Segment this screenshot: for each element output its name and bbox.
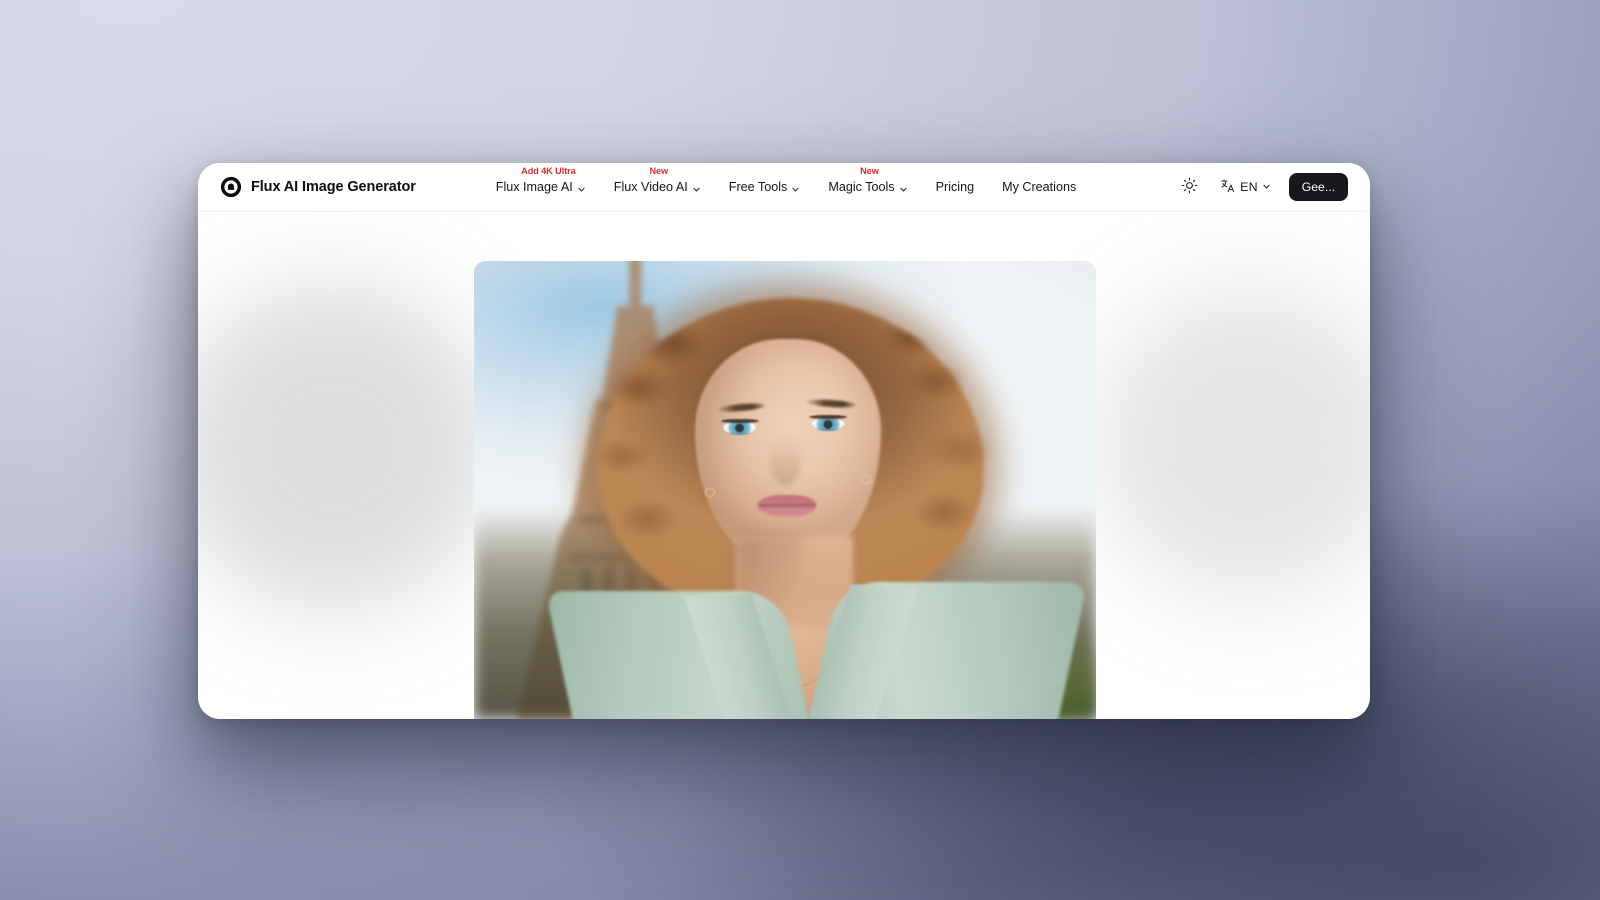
nav-item-my-creations[interactable]: My Creations: [988, 174, 1090, 200]
language-code: EN: [1240, 180, 1258, 194]
chevron-down-icon: [692, 183, 701, 192]
photo-lips: [757, 495, 817, 517]
nav-badge-magic-tools: New: [860, 166, 879, 176]
chevron-down-icon: [791, 183, 800, 192]
decorative-blur-left: [198, 282, 498, 612]
main-navigation: Add 4K Ultra Flux Image AI New Flux Vide…: [482, 166, 1176, 200]
nav-label-free-tools: Free Tools: [728, 180, 788, 194]
photo-eyelash-left: [720, 419, 759, 423]
chevron-down-icon: [899, 183, 908, 192]
brand-name: Flux AI Image Generator: [251, 179, 416, 195]
photo-eye-right: [811, 417, 845, 431]
site-header: Flux AI Image Generator Add 4K Ultra Flu…: [198, 163, 1370, 212]
app-window-card: Flux AI Image Generator Add 4K Ultra Flu…: [198, 163, 1370, 719]
page-body: [198, 212, 1370, 719]
chevron-down-icon: [577, 183, 586, 192]
nav-item-flux-video-ai[interactable]: New Flux Video AI: [600, 166, 715, 200]
nav-label-my-creations: My Creations: [1002, 180, 1077, 194]
nav-label-pricing: Pricing: [935, 180, 975, 194]
photo-earring-right: [862, 474, 872, 484]
brand[interactable]: Flux AI Image Generator: [220, 176, 416, 198]
translate-icon: [1220, 178, 1236, 197]
theme-toggle-button[interactable]: [1176, 174, 1202, 200]
nav-label-magic-tools: Magic Tools: [828, 180, 895, 194]
language-switcher[interactable]: EN: [1216, 174, 1275, 201]
sun-icon: [1181, 177, 1198, 197]
nav-item-flux-image-ai[interactable]: Add 4K Ultra Flux Image AI: [482, 166, 600, 200]
chevron-down-icon: [1262, 180, 1271, 194]
decorative-blur-right: [1090, 282, 1370, 602]
nav-item-free-tools[interactable]: Free Tools: [715, 174, 815, 200]
nav-item-magic-tools[interactable]: New Magic Tools: [814, 166, 921, 200]
hero-image[interactable]: [474, 261, 1096, 719]
nav-label-flux-video-ai: Flux Video AI: [613, 180, 688, 194]
photo-eye-left: [722, 421, 757, 435]
nav-label-flux-image-ai: Flux Image AI: [495, 180, 573, 194]
nav-badge-flux-image-ai: Add 4K Ultra: [521, 166, 576, 176]
flux-circle-logo-icon: [220, 176, 242, 198]
hero-image-render: [474, 261, 1096, 719]
nav-item-pricing[interactable]: Pricing: [922, 174, 989, 200]
photo-earring-left: [705, 488, 715, 498]
get-started-button[interactable]: Gee...: [1288, 173, 1348, 201]
nav-badge-flux-video-ai: New: [649, 166, 669, 176]
header-actions: EN Gee...: [1176, 173, 1348, 201]
